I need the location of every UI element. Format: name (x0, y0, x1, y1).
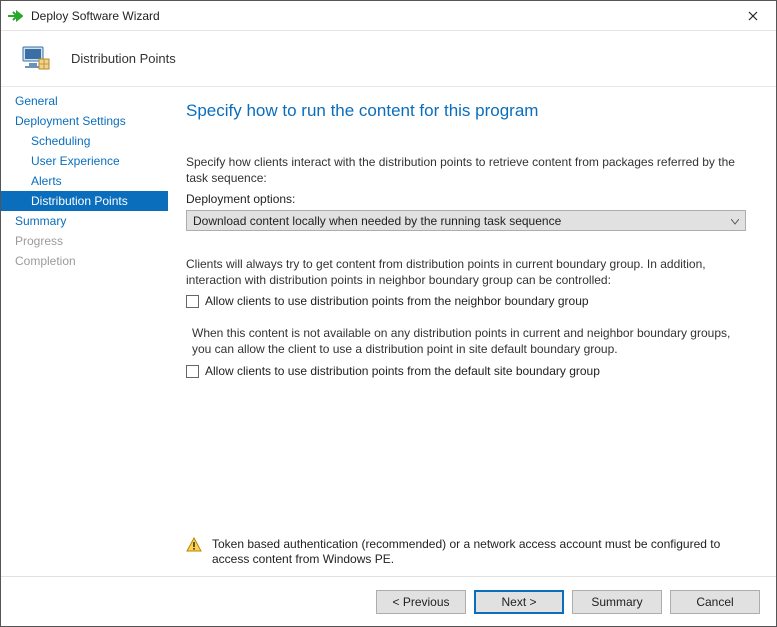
sidebar-item-user-experience[interactable]: User Experience (1, 151, 168, 171)
sidebar-item-scheduling[interactable]: Scheduling (1, 131, 168, 151)
window-title: Deploy Software Wizard (31, 9, 730, 23)
previous-button[interactable]: < Previous (376, 590, 466, 614)
warning-row: Token based authentication (recommended)… (186, 537, 754, 568)
wizard-sidebar: General Deployment Settings Scheduling U… (1, 87, 168, 576)
wizard-arrow-icon (7, 8, 23, 24)
wizard-footer: < Previous Next > Summary Cancel (1, 576, 776, 626)
cancel-button[interactable]: Cancel (670, 590, 760, 614)
checkbox-neighbor-label: Allow clients to use distribution points… (205, 294, 589, 308)
button-label: Next > (501, 595, 536, 609)
button-label: Summary (591, 595, 642, 609)
checkbox-default-label: Allow clients to use distribution points… (205, 364, 600, 378)
sidebar-item-summary[interactable]: Summary (1, 211, 168, 231)
sidebar-item-label: Alerts (31, 174, 62, 188)
intro-text: Specify how clients interact with the di… (186, 155, 746, 186)
checkbox-default-row: Allow clients to use distribution points… (186, 364, 746, 378)
main-content: Specify how to run the content for this … (168, 87, 776, 576)
sidebar-item-label: Completion (15, 254, 76, 268)
sidebar-item-distribution-points[interactable]: Distribution Points (1, 191, 168, 211)
next-button[interactable]: Next > (474, 590, 564, 614)
sidebar-item-deployment-settings[interactable]: Deployment Settings (1, 111, 168, 131)
checkbox-neighbor-row: Allow clients to use distribution points… (186, 294, 746, 308)
sidebar-item-label: User Experience (31, 154, 120, 168)
deployment-options-value: Download content locally when needed by … (193, 214, 731, 228)
sidebar-item-label: Deployment Settings (15, 114, 126, 128)
checkbox-neighbor[interactable] (186, 295, 199, 308)
wizard-window: Deploy Software Wizard Distribution Poin… (0, 0, 777, 627)
sidebar-item-general[interactable]: General (1, 91, 168, 111)
sidebar-item-label: General (15, 94, 58, 108)
fallback-text: When this content is not available on an… (186, 326, 746, 357)
wizard-body: General Deployment Settings Scheduling U… (1, 87, 776, 576)
summary-button[interactable]: Summary (572, 590, 662, 614)
sidebar-item-completion: Completion (1, 251, 168, 271)
content-heading: Specify how to run the content for this … (186, 101, 746, 121)
boundary-group-text: Clients will always try to get content f… (186, 257, 746, 288)
sidebar-item-label: Distribution Points (31, 194, 128, 208)
page-header: Distribution Points (1, 31, 776, 87)
sidebar-item-alerts[interactable]: Alerts (1, 171, 168, 191)
titlebar: Deploy Software Wizard (1, 1, 776, 31)
chevron-down-icon (731, 214, 739, 228)
sidebar-item-progress: Progress (1, 231, 168, 251)
warning-text: Token based authentication (recommended)… (212, 537, 754, 568)
checkbox-default[interactable] (186, 365, 199, 378)
sidebar-item-label: Scheduling (31, 134, 90, 148)
warning-icon (186, 537, 202, 553)
sidebar-item-label: Summary (15, 214, 66, 228)
close-button[interactable] (730, 1, 776, 30)
computer-package-icon (17, 41, 53, 77)
button-label: Cancel (696, 595, 733, 609)
deployment-options-select[interactable]: Download content locally when needed by … (186, 210, 746, 231)
sidebar-item-label: Progress (15, 234, 63, 248)
close-icon (748, 11, 758, 21)
button-label: < Previous (392, 595, 449, 609)
page-title: Distribution Points (71, 51, 176, 66)
deployment-options-label: Deployment options: (186, 192, 746, 206)
